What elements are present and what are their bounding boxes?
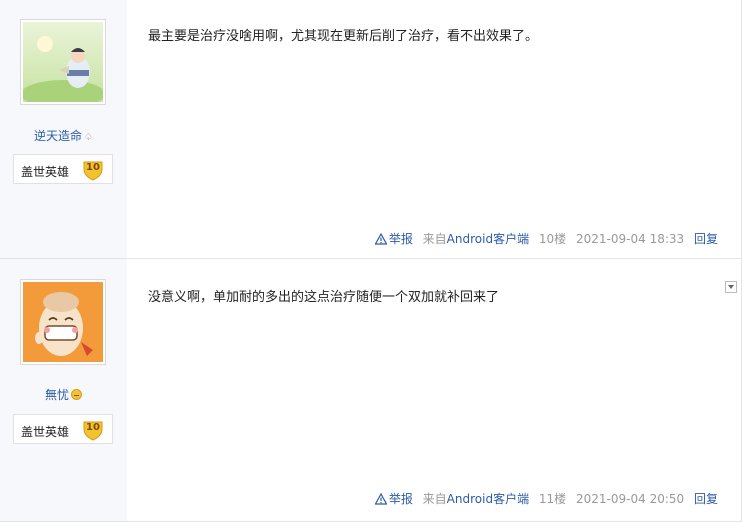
post-content: 最主要是治疗没啥用啊，尤其现在更新后削了治疗，看不出效果了。 [148, 29, 539, 44]
post-time: 2021-09-04 18:33 [576, 232, 685, 246]
level-shield-icon: 10 [82, 419, 104, 441]
reply-link[interactable]: 回复 [694, 232, 718, 246]
author-sidebar: 逆天造命 ♤ 盖世英雄 10 [0, 0, 127, 259]
rank-title: 盖世英雄 [21, 425, 70, 439]
report-link[interactable]: 举报 [374, 232, 413, 246]
post-time: 2021-09-04 20:50 [576, 492, 685, 506]
report-link[interactable]: 举报 [374, 492, 413, 506]
rank-level: 10 [86, 162, 100, 173]
report-label[interactable]: 举报 [389, 492, 413, 506]
avatar-image [23, 22, 103, 102]
username[interactable]: 無忧 [0, 386, 127, 403]
level-shield-icon: 10 [82, 159, 104, 181]
rank-badge: 盖世英雄 10 [13, 414, 113, 444]
warning-icon [374, 233, 387, 245]
client-link[interactable]: Android客户端 [447, 492, 529, 506]
post-options-dropdown-icon[interactable] [725, 281, 737, 293]
username-text[interactable]: 無忧 [45, 388, 69, 402]
rank-level: 10 [86, 422, 100, 433]
client-link[interactable]: Android客户端 [447, 232, 529, 246]
spade-outline-icon: ♤ [84, 132, 93, 143]
avatar-image [23, 282, 103, 362]
username-text[interactable]: 逆天造命 [34, 129, 82, 143]
floor-number: 11楼 [538, 492, 567, 506]
client-prefix: 来自 [422, 232, 447, 246]
post-meta: 举报 来自Android客户端 10楼 2021-09-04 18:33 回复 [374, 230, 718, 247]
username[interactable]: 逆天造命 ♤ [0, 127, 127, 144]
post-content: 没意义啊，单加耐的多出的这点治疗随便一个双加就补回来了 [148, 290, 500, 305]
reply-link[interactable]: 回复 [694, 492, 718, 506]
post-floor-10: 逆天造命 ♤ 盖世英雄 10 最主要是治疗没啥用啊，尤其现在更新后削了治疗，看不出… [0, 0, 742, 259]
avatar[interactable] [20, 279, 106, 365]
warning-icon [374, 493, 387, 505]
rank-badge: 盖世英雄 10 [13, 154, 113, 184]
avatar[interactable] [20, 19, 106, 105]
client-source: 来自Android客户端 [423, 492, 529, 506]
smile-emoji-icon [71, 389, 82, 400]
rank-title: 盖世英雄 [21, 165, 70, 179]
post-floor-11: 無忧 盖世英雄 10 没意义啊，单加耐的多出的这点治疗随便一个双加就补回来了 举… [0, 259, 742, 522]
client-source: 来自Android客户端 [423, 232, 529, 246]
floor-number: 10楼 [538, 232, 567, 246]
author-sidebar: 無忧 盖世英雄 10 [0, 259, 127, 522]
post-meta: 举报 来自Android客户端 11楼 2021-09-04 20:50 回复 [374, 490, 718, 507]
report-label[interactable]: 举报 [389, 232, 413, 246]
client-prefix: 来自 [422, 492, 447, 506]
